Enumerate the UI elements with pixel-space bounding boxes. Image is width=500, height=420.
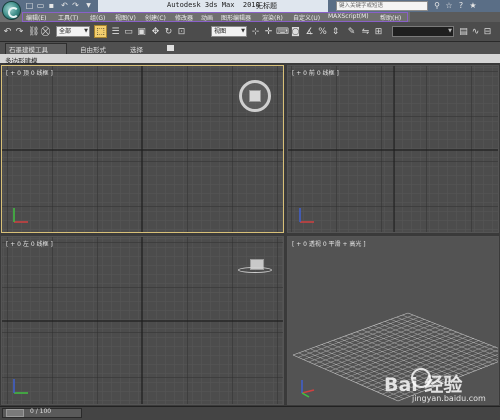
ribbon-bar: [0, 42, 500, 54]
viewport-label-top[interactable]: [ + 0 顶 0 线框 ]: [6, 68, 53, 77]
document-title: 无标题: [256, 2, 277, 10]
ribbon-options-icon[interactable]: [167, 45, 174, 51]
undo-icon[interactable]: ↶: [60, 1, 69, 10]
menu-maxscript[interactable]: MAXScript(M): [328, 13, 369, 20]
viewport-grid: [288, 66, 498, 232]
schematic-icon[interactable]: ⊟: [482, 27, 493, 38]
viewcube-ring[interactable]: [238, 267, 272, 273]
binoculars-icon[interactable]: ⚲: [432, 1, 442, 11]
redo-icon[interactable]: ↷: [71, 1, 80, 10]
chevron-down-icon: ▼: [241, 28, 245, 34]
viewport-label-front[interactable]: [ + 0 前 0 线框 ]: [292, 68, 339, 77]
chevron-down-icon: ▼: [84, 28, 88, 34]
reference-coord-dropdown[interactable]: 视图 ▼: [211, 26, 247, 37]
reference-coord-value: 视图: [214, 28, 227, 35]
menu-create[interactable]: 创建(C): [145, 13, 166, 22]
axis-tripod-icon: [301, 380, 315, 398]
menu-graph-editors[interactable]: 图形编辑器: [221, 13, 251, 22]
select-by-name-icon[interactable]: ☰: [110, 27, 121, 38]
axis-tripod-icon: [13, 379, 28, 394]
save-icon[interactable]: ▪: [47, 1, 56, 10]
scale-icon[interactable]: ⊡: [176, 27, 187, 38]
viewport-label-perspective[interactable]: [ + 0 透视 0 平滑 + 高光 ]: [292, 239, 366, 248]
undo-icon[interactable]: ↶: [2, 27, 13, 38]
menu-tools[interactable]: 工具(T): [58, 13, 78, 22]
ribbon-panel-row: [0, 54, 500, 64]
viewport-label-left[interactable]: [ + 0 左 0 线框 ]: [6, 239, 53, 248]
viewport-top[interactable]: [ + 0 顶 0 线框 ]: [1, 65, 284, 233]
select-object-icon: ⬚: [96, 27, 105, 37]
watermark-url: jingyan.baidu.com: [412, 394, 486, 403]
new-icon[interactable]: □: [25, 1, 34, 10]
rotate-icon[interactable]: ↻: [163, 27, 174, 38]
align-icon[interactable]: ⊞: [373, 27, 384, 38]
tab-selection[interactable]: 选择: [130, 44, 143, 54]
frame-counter: 0 / 100: [30, 408, 52, 415]
named-selection-icon[interactable]: ✎: [346, 27, 357, 38]
move-icon[interactable]: ✥: [150, 27, 161, 38]
star-icon[interactable]: ☆: [444, 1, 454, 11]
percent-snap-icon[interactable]: %: [317, 27, 328, 38]
viewport-left[interactable]: [ + 0 左 0 线框 ]: [1, 236, 284, 405]
link-icon[interactable]: ⛓: [28, 27, 39, 38]
named-selection-sets-dropdown[interactable]: ▼: [392, 26, 454, 37]
redo-icon[interactable]: ↷: [14, 27, 25, 38]
favorites-icon[interactable]: ★: [468, 1, 478, 11]
menu-views[interactable]: 视图(V): [115, 13, 136, 22]
layer-icon[interactable]: ▤: [458, 27, 469, 38]
window-crossing-icon[interactable]: ▣: [136, 27, 147, 38]
spinner-snap-icon[interactable]: ⇕: [330, 27, 341, 38]
curve-editor-icon[interactable]: ∿: [470, 27, 481, 38]
tab-graphite-modeling-tools[interactable]: 石墨建模工具: [9, 44, 48, 54]
pivot-icon[interactable]: ⊹: [250, 27, 261, 38]
open-icon[interactable]: ▭: [36, 1, 45, 10]
selection-filter-value: 全部: [59, 28, 72, 35]
rect-selection-icon[interactable]: ▭: [123, 27, 134, 38]
time-slider-handle[interactable]: [6, 409, 24, 417]
menu-customize[interactable]: 自定义(U): [293, 13, 320, 22]
menu-modifiers[interactable]: 修改器: [175, 13, 193, 22]
grid-line: [390, 319, 498, 362]
menu-animation[interactable]: 动画: [201, 13, 213, 22]
application-button-icon[interactable]: [2, 1, 21, 20]
viewcube-icon[interactable]: [249, 90, 261, 102]
help-icon[interactable]: ?: [456, 1, 466, 11]
unlink-icon[interactable]: ⛒: [40, 27, 51, 38]
angle-snap-icon[interactable]: ∡: [304, 27, 315, 38]
axis-tripod-icon: [13, 208, 28, 223]
selection-filter-dropdown[interactable]: 全部 ▼: [56, 26, 90, 37]
mirror-icon[interactable]: ⇋: [360, 27, 371, 38]
polygon-modeling-panel[interactable]: 多边形建模: [5, 55, 38, 65]
snap-icon[interactable]: ◙: [290, 27, 301, 38]
search-input[interactable]: 键入关键字或短语: [336, 1, 428, 11]
select-manipulate-icon[interactable]: ✛: [263, 27, 274, 38]
menu-group[interactable]: 组(G): [90, 13, 105, 22]
menu-help[interactable]: 帮助(H): [380, 13, 401, 22]
viewport-front[interactable]: [ + 0 前 0 线框 ]: [287, 65, 499, 233]
dropdown-icon[interactable]: ▼: [84, 1, 93, 10]
keyboard-shortcut-icon[interactable]: ⌨: [276, 27, 289, 38]
app-title: Autodesk 3ds Max 2010: [167, 1, 260, 9]
tab-freeform[interactable]: 自由形式: [80, 44, 106, 54]
menu-bar-right: [410, 12, 500, 22]
menu-rendering[interactable]: 渲染(R): [262, 13, 283, 22]
paw-icon: [411, 368, 431, 388]
menu-edit[interactable]: 编辑(E): [26, 13, 46, 22]
axis-tripod-icon: [299, 208, 314, 223]
viewport-grid: [2, 237, 283, 404]
chevron-down-icon: ▼: [448, 28, 452, 34]
